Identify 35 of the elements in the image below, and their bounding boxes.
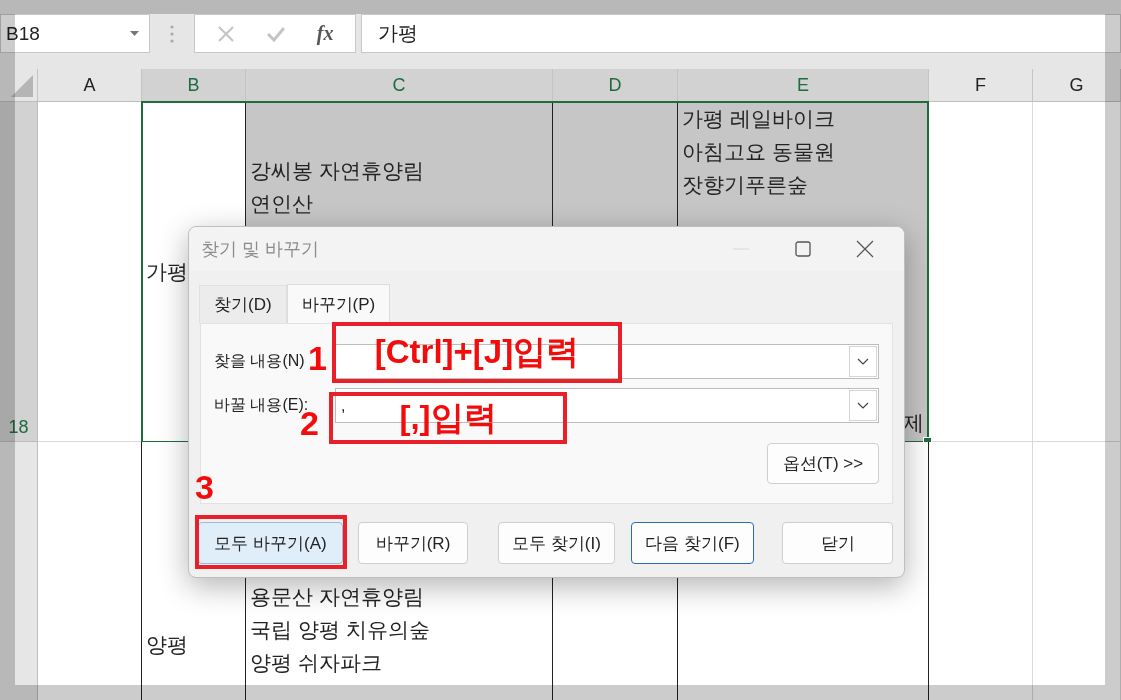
cell-text-line: 용문산 자연휴양림	[250, 584, 424, 610]
cell-text-line: 가평 레일바이크	[682, 106, 835, 132]
column-header[interactable]: E	[678, 69, 929, 102]
step-number: 1	[308, 341, 327, 375]
column-header[interactable]: F	[929, 69, 1033, 102]
cell-text-line: 제	[903, 410, 924, 436]
cell-text-line: 강씨봉 자연휴양림	[250, 158, 424, 184]
cell-text-line: 양평 쉬자파크	[250, 650, 382, 676]
dropdown-icon[interactable]	[857, 358, 869, 365]
dialog-tab[interactable]: 찾기(D)	[199, 285, 287, 323]
annotation-box: [Ctrl]+[J]입력	[332, 322, 622, 383]
dialog-button[interactable]: 모두 찾기(I)	[498, 522, 615, 564]
insert-function-button[interactable]: fx	[316, 22, 334, 45]
close-icon[interactable]	[856, 240, 874, 258]
dialog-tab[interactable]: 바꾸기(P)	[286, 284, 391, 323]
cell-text-line: 아침고요 동물원	[682, 139, 835, 165]
cell-text-line: 국립 양평 치유의숲	[250, 617, 430, 643]
dropdown-icon[interactable]	[857, 402, 869, 409]
maximize-icon[interactable]	[795, 241, 811, 257]
check-icon[interactable]	[265, 25, 286, 42]
cell-text-line: 연인산	[250, 191, 313, 217]
column-header[interactable]: B	[142, 69, 246, 102]
options-button[interactable]: 옵션(T) >>	[767, 443, 879, 484]
grip-icon	[170, 25, 174, 43]
dialog-button[interactable]: 바꾸기(R)	[358, 522, 468, 564]
dropdown-icon[interactable]	[130, 31, 139, 36]
column-header[interactable]: A	[38, 69, 142, 102]
dialog-button[interactable]: 닫기	[782, 522, 893, 564]
cell-text-line: 잣향기푸른숲	[682, 172, 808, 198]
cell-reference: B18	[6, 22, 40, 45]
column-header[interactable]: D	[553, 69, 678, 102]
step-number: 3	[195, 470, 214, 504]
column-header[interactable]: C	[246, 69, 553, 102]
dialog-button[interactable]: 모두 바꾸기(A)	[198, 522, 343, 564]
dialog-button[interactable]: 다음 찾기(F)	[631, 522, 754, 564]
